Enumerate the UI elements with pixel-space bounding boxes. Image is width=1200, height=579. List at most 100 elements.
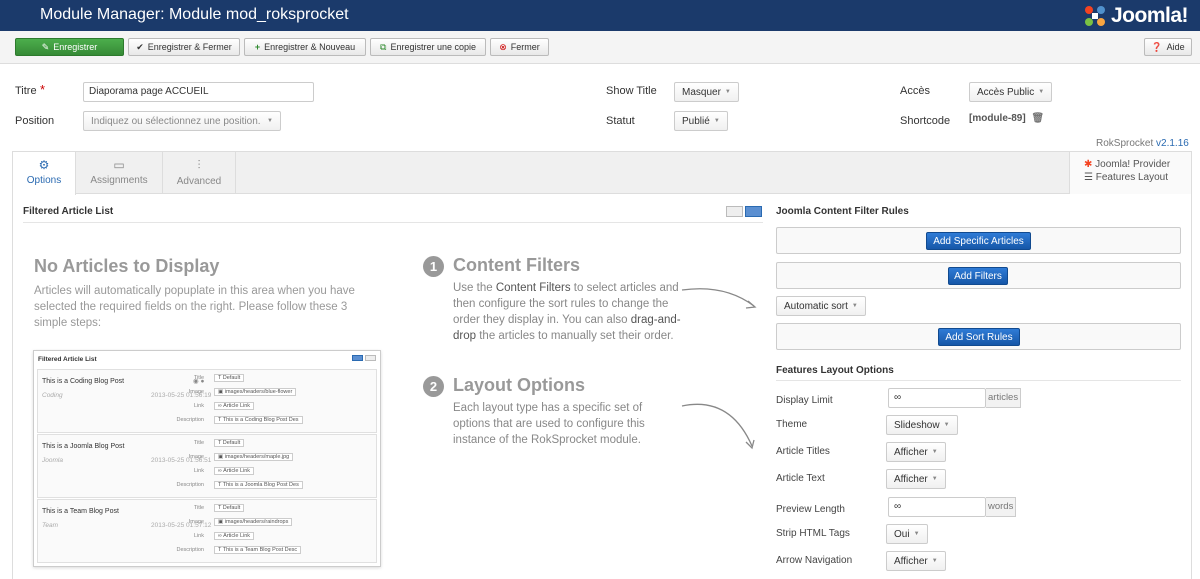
- title-input[interactable]: Diaporama page ACCUEIL: [83, 82, 314, 102]
- link-icon: ∞: [218, 403, 222, 409]
- preview-label-title: Title: [193, 375, 204, 381]
- preview-default: Default: [222, 440, 241, 446]
- tab-advanced-label: Advanced: [176, 176, 222, 187]
- preview-row-category: Team: [42, 522, 59, 529]
- tab-options[interactable]: ⚙ Options: [13, 152, 76, 195]
- preview-toggle-b: [365, 355, 376, 361]
- status-select[interactable]: Publié ▼: [674, 111, 728, 131]
- step-1-title: Content Filters: [453, 255, 581, 275]
- preview-t: T: [218, 417, 222, 423]
- shortcode-value: [module-89] 🗑: [969, 113, 1044, 124]
- tab-options-label: Options: [26, 175, 62, 186]
- version-info: RokSprocket v2.1.16: [1096, 138, 1189, 149]
- step-1-text-e: the articles to manually set their order…: [476, 330, 674, 342]
- preview-field-image: ▣ images/headers/blue-flower: [214, 388, 297, 396]
- help-icon: ❓: [1151, 41, 1163, 52]
- save-close-button[interactable]: ✔ Enregistrer & Fermer: [128, 38, 240, 56]
- chevron-down-icon: ▼: [913, 531, 920, 537]
- preview-field-title: T Default: [214, 374, 245, 382]
- preview-row-category: Joomla: [42, 457, 63, 464]
- image-icon: ▣: [218, 389, 224, 395]
- save-button[interactable]: ✎ Enregistrer: [15, 38, 124, 56]
- show-title-select[interactable]: Masquer ▼: [674, 82, 739, 102]
- arrows-graphic: [681, 288, 757, 450]
- filtered-list-title: Filtered Article List: [23, 206, 114, 217]
- article-titles-select[interactable]: Afficher ▼: [886, 442, 946, 462]
- save-copy-button[interactable]: ⧉ Enregistrer une copie: [370, 38, 486, 56]
- trash-icon[interactable]: 🗑: [1031, 113, 1044, 124]
- save-copy-label: Enregistrer une copie: [390, 42, 476, 52]
- save-new-button[interactable]: + Enregistrer & Nouveau: [244, 38, 366, 56]
- preview-default: Default: [222, 505, 241, 511]
- preview-article-link: Article Link: [223, 533, 251, 539]
- preview-image-path: images/headers/raindrops: [224, 519, 289, 525]
- provider-info[interactable]: ✱ Joomla! Provider ☰ Features Layout: [1069, 152, 1191, 194]
- preview-row-title: This is a Team Blog Post: [42, 508, 119, 515]
- preview-article-link: Article Link: [223, 468, 251, 474]
- shortcode-text: [module-89]: [969, 113, 1026, 124]
- preview-image-path: images/headers/blue-flower: [224, 389, 293, 395]
- plus-icon: +: [254, 41, 261, 52]
- chevron-down-icon: ▼: [724, 89, 731, 95]
- view-toggle[interactable]: [726, 206, 762, 218]
- theme-select[interactable]: Slideshow ▼: [886, 415, 958, 435]
- preview-field-link: ∞ Article Link: [214, 467, 255, 475]
- position-select[interactable]: Indiquez ou sélectionnez une position. ▼: [83, 111, 281, 131]
- version-number: v2.1.16: [1156, 138, 1189, 149]
- provider-row: ✱ Joomla! Provider: [1084, 158, 1191, 171]
- sort-select[interactable]: Automatic sort ▼: [776, 296, 866, 316]
- image-icon: ▣: [218, 519, 224, 525]
- status-value: Publié: [682, 115, 710, 127]
- theme-label: Theme: [776, 419, 808, 430]
- arrow-nav-label: Arrow Navigation: [776, 555, 853, 566]
- save-label: Enregistrer: [53, 42, 98, 52]
- chevron-down-icon: ▼: [851, 303, 858, 309]
- arrow-nav-select[interactable]: Afficher ▼: [886, 551, 946, 571]
- add-specific-articles-button[interactable]: Add Specific Articles: [926, 232, 1031, 250]
- access-select[interactable]: Accès Public ▼: [969, 82, 1053, 102]
- display-limit-addon: articles: [986, 388, 1022, 408]
- article-text-value: Afficher: [894, 473, 928, 485]
- step-1-text: Use the Content Filters to select articl…: [453, 280, 683, 344]
- preview-field-link: ∞ Article Link: [214, 532, 255, 540]
- arrow-nav-value: Afficher: [894, 555, 928, 567]
- position-label: Position: [15, 115, 55, 127]
- article-text-select[interactable]: Afficher ▼: [886, 469, 946, 489]
- display-limit-input[interactable]: ∞: [888, 388, 986, 408]
- preview-field-title: T Default: [214, 504, 245, 512]
- sort-rules-well: Add Sort Rules: [776, 323, 1181, 350]
- joomla-icon: ✱: [1084, 159, 1093, 170]
- check-icon: ✔: [136, 41, 144, 52]
- display-limit-label: Display Limit: [776, 395, 833, 406]
- link-icon: ∞: [218, 533, 222, 539]
- filter-rules-title: Joomla Content Filter Rules: [776, 206, 909, 217]
- compact-view-icon[interactable]: [726, 206, 743, 217]
- preview-label-title: Title: [193, 505, 204, 511]
- preview-t: T: [218, 440, 222, 446]
- strip-html-select[interactable]: Oui ▼: [886, 524, 928, 544]
- preview-default: Default: [222, 375, 241, 381]
- tab-assignments[interactable]: ▭ Assignments: [76, 152, 163, 194]
- preview-row-title: This is a Coding Blog Post: [42, 378, 125, 385]
- step-1-number: 1: [423, 256, 444, 277]
- add-filters-button[interactable]: Add Filters: [948, 267, 1008, 285]
- add-sort-rules-button[interactable]: Add Sort Rules: [938, 328, 1020, 346]
- preview-length-addon: words: [986, 497, 1017, 517]
- preview-t: T: [218, 547, 222, 553]
- tab-advanced[interactable]: ⫶ Advanced: [163, 152, 236, 194]
- preview-length-input[interactable]: ∞: [888, 497, 986, 517]
- preview-field-image: ▣ images/headers/raindrops: [214, 518, 293, 526]
- joomla-logo[interactable]: Joomla!: [1083, 2, 1189, 29]
- expanded-view-icon[interactable]: [745, 206, 762, 217]
- preview-label-title: Title: [193, 440, 204, 446]
- close-button[interactable]: ⊗ Fermer: [490, 38, 549, 56]
- arrow-1-icon: [681, 288, 755, 307]
- preview-label-desc: Description: [176, 482, 204, 488]
- toolbar: ✎ Enregistrer ✔ Enregistrer & Fermer + E…: [0, 31, 1200, 64]
- help-button[interactable]: ❓ Aide: [1144, 38, 1192, 56]
- access-value: Accès Public: [977, 86, 1035, 98]
- preview-length-label: Preview Length: [776, 504, 845, 515]
- preview-row-title: This is a Joomla Blog Post: [42, 443, 125, 450]
- preview-row-category: Coding: [42, 392, 63, 399]
- link-icon: ∞: [218, 468, 222, 474]
